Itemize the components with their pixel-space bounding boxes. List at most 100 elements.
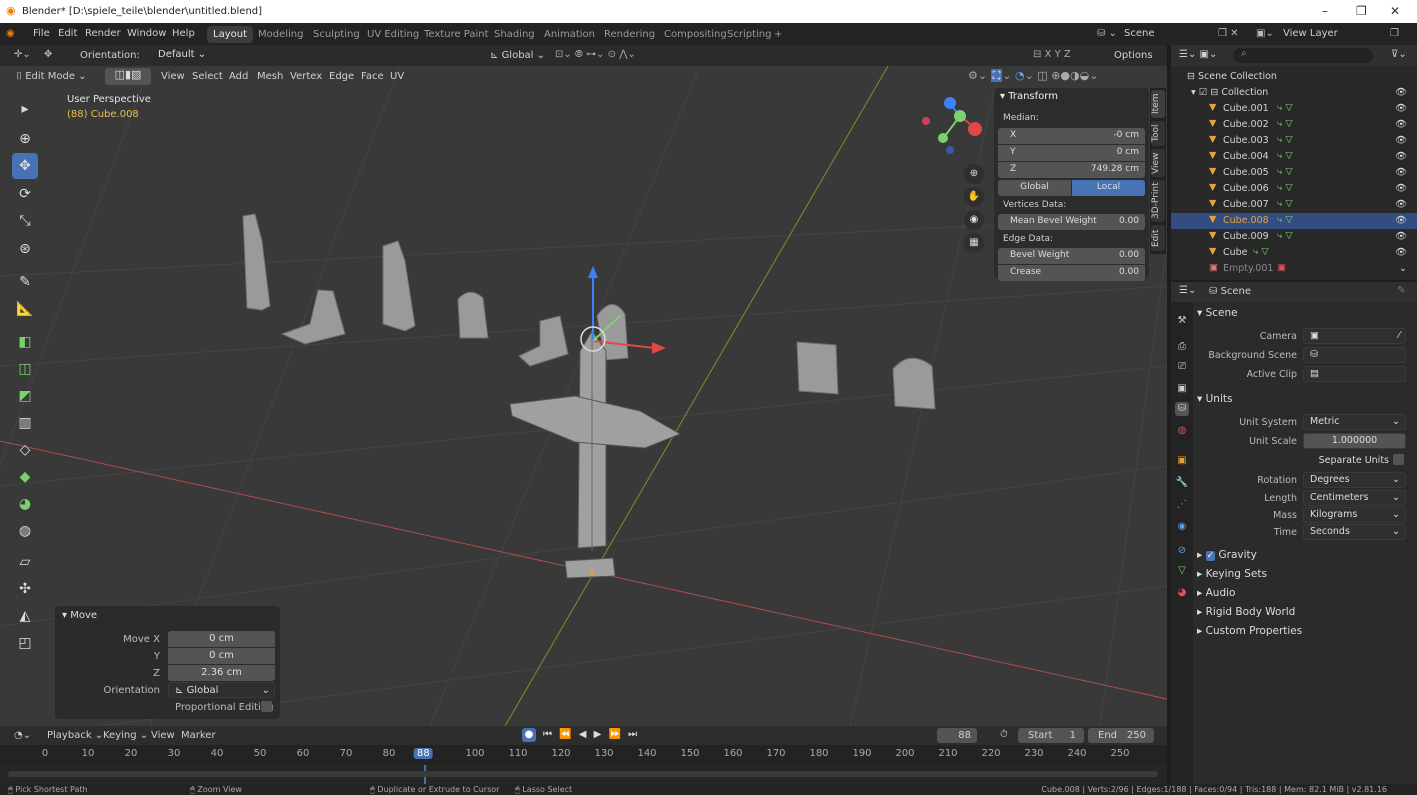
menu-select[interactable]: Select — [192, 71, 223, 82]
tab-animation[interactable]: Animation — [538, 26, 601, 43]
menu-view[interactable]: View — [161, 71, 185, 82]
menu-window[interactable]: Window — [127, 28, 166, 39]
transform-orientation-dropdown[interactable]: ⊾ Global ⌄ — [490, 50, 545, 61]
select-mode-icons[interactable]: ◫▮▧ — [105, 68, 151, 85]
end-frame-field[interactable]: End 250 — [1088, 728, 1154, 743]
new-view-layer-icon[interactable]: ❐ — [1390, 28, 1399, 39]
visibility-eye-icon[interactable]: 👁 — [1395, 199, 1407, 210]
scroll-chevron-icon[interactable]: ⌄ — [1399, 263, 1407, 274]
view-layer-selector[interactable]: View Layer — [1283, 28, 1338, 39]
outliner-item[interactable]: ▼ Cube.005 ⤷ ▽ 👁 — [1171, 165, 1417, 181]
mesh-data-icon[interactable]: ⤷ ▽ — [1277, 150, 1293, 161]
menu-add[interactable]: Add — [229, 71, 248, 82]
move-y-field[interactable]: 0 cm — [168, 648, 275, 664]
annotate-tool-icon[interactable]: ✎ — [12, 269, 38, 295]
camera-view-icon[interactable]: ◉ — [964, 210, 984, 230]
visibility-eye-icon[interactable]: 👁 — [1395, 135, 1407, 146]
rigid-body-world-section-header[interactable]: ▸ Rigid Body World — [1197, 606, 1295, 618]
mesh-data-icon[interactable]: ⤷ ▽ — [1277, 118, 1293, 129]
tab-view[interactable]: View — [1151, 149, 1165, 177]
zoom-icon[interactable]: ⊕ — [964, 164, 984, 184]
visibility-eye-icon[interactable]: 👁 — [1395, 247, 1407, 258]
move-panel-title[interactable]: ▾ Move — [62, 610, 97, 621]
mesh-data-icon[interactable]: ⤷ ▽ — [1277, 198, 1293, 209]
properties-editor-type-icon[interactable]: ☰⌄ — [1179, 285, 1196, 296]
median-y-field[interactable]: Y0 cm — [998, 145, 1145, 161]
options-dropdown[interactable]: Options — [1114, 50, 1153, 61]
keying-sets-section-header[interactable]: ▸ Keying Sets — [1197, 568, 1267, 580]
time-dropdown[interactable]: Seconds ⌄ — [1303, 524, 1406, 540]
cursor-tool-icon[interactable]: ⊕ — [12, 126, 38, 152]
menu-file[interactable]: File — [33, 28, 50, 39]
unit-scale-field[interactable]: 1.000000 — [1303, 433, 1406, 449]
outliner-item[interactable]: ▼ Cube.002 ⤷ ▽ 👁 — [1171, 117, 1417, 133]
spin-tool-icon[interactable]: ◕ — [12, 491, 38, 517]
blender-menu-icon[interactable]: ◉ — [6, 28, 15, 39]
median-z-field[interactable]: Z 749.28 cm — [998, 162, 1145, 178]
tab-tool[interactable]: Tool — [1151, 121, 1165, 146]
pin-icon[interactable]: ✎ — [1397, 285, 1405, 296]
pivot-icon[interactable]: ⊡⌄ ⦾ ⊶⌄ ⊙ ⋀⌄ — [555, 49, 636, 60]
close-button[interactable]: ✕ — [1390, 4, 1400, 18]
move-x-field[interactable]: 0 cm — [168, 631, 275, 647]
outliner-item[interactable]: ▼ Cube.001 ⤷ ▽ 👁 — [1171, 101, 1417, 117]
stopwatch-icon[interactable]: ⏱ — [1000, 729, 1008, 740]
menu-help[interactable]: Help — [172, 28, 195, 39]
outliner-item[interactable]: ▣ Empty.001 ▣ ⌄ — [1171, 261, 1417, 277]
visibility-eye-icon[interactable]: 👁 — [1395, 167, 1407, 178]
mirror-axes[interactable]: ⊟ X Y Z — [1033, 49, 1071, 60]
menu-edit[interactable]: Edit — [58, 28, 77, 39]
visibility-eye-icon[interactable]: 👁 — [1395, 151, 1407, 162]
loop-cut-tool-icon[interactable]: ▥ — [12, 410, 38, 436]
mesh-data-icon[interactable]: ⤷ ▽ — [1277, 134, 1293, 145]
shear-tool-icon[interactable]: ◭ — [12, 603, 38, 629]
ortho-grid-icon[interactable]: ▦ — [964, 233, 984, 253]
maximize-button[interactable]: ❐ — [1356, 4, 1367, 18]
material-tab-icon[interactable]: ◕ — [1175, 586, 1189, 600]
tab-rendering[interactable]: Rendering — [598, 26, 661, 43]
move-z-field[interactable]: 2.36 cm — [168, 665, 275, 681]
outliner-item[interactable]: ▼ Cube ⤷ ▽ 👁 — [1171, 245, 1417, 261]
outliner-item[interactable]: ▼ Cube.004 ⤷ ▽ 👁 — [1171, 149, 1417, 165]
menu-uv[interactable]: UV — [390, 71, 404, 82]
poly-build-tool-icon[interactable]: ◆ — [12, 464, 38, 490]
mesh-data-icon[interactable]: ⤷ ▽ — [1277, 102, 1293, 113]
menu-mesh[interactable]: Mesh — [257, 71, 283, 82]
mass-dropdown[interactable]: Kilograms ⌄ — [1303, 507, 1406, 523]
move-orientation-dropdown[interactable]: ⊾ Global ⌄ — [168, 682, 275, 698]
proportional-editing-checkbox[interactable] — [261, 701, 272, 712]
tab-modeling[interactable]: Modeling — [252, 26, 310, 43]
outliner-search-input[interactable]: ⌕ — [1233, 48, 1373, 63]
global-toggle[interactable]: Global — [998, 180, 1071, 196]
transform-icon[interactable]: ✥ — [44, 49, 52, 60]
outliner-item[interactable]: ▼ Cube.006 ⤷ ▽ 👁 — [1171, 181, 1417, 197]
start-frame-field[interactable]: Start 1 — [1018, 728, 1084, 743]
visibility-eye-icon[interactable]: 👁 — [1395, 231, 1407, 242]
knife-tool-icon[interactable]: ◇ — [12, 437, 38, 463]
tool-tab-icon[interactable]: ⚒ — [1175, 314, 1189, 328]
crease-field[interactable]: Crease 0.00 — [998, 265, 1145, 281]
mesh-data-icon[interactable]: ⤷ ▽ — [1277, 166, 1293, 177]
visibility-eye-icon[interactable]: 👁 — [1395, 183, 1407, 194]
filter-icon[interactable]: ⊽⌄ — [1391, 49, 1407, 60]
visibility-eye-icon[interactable]: 👁 — [1395, 215, 1407, 226]
tab-uv-editing[interactable]: UV Editing — [361, 26, 425, 43]
bevel-tool-icon[interactable]: ◩ — [12, 383, 38, 409]
tab-edit[interactable]: Edit — [1151, 225, 1165, 251]
audio-section-header[interactable]: ▸ Audio — [1197, 587, 1235, 599]
physics-tab-icon[interactable]: ◉ — [1175, 520, 1189, 534]
particles-tab-icon[interactable]: ⋰ — [1175, 498, 1189, 512]
current-frame-field[interactable]: 88 — [937, 728, 977, 743]
mode-dropdown[interactable]: ⌷ Edit Mode ⌄ — [16, 71, 87, 82]
scene-selector[interactable]: Scene — [1124, 28, 1155, 39]
visibility-eye-icon[interactable]: 👁 — [1395, 103, 1407, 114]
menu-face[interactable]: Face — [361, 71, 384, 82]
auto-keying-button[interactable]: ● — [522, 728, 536, 742]
minimize-button[interactable]: – — [1322, 4, 1328, 18]
scene-collection-row[interactable]: ⊟ Scene Collection — [1171, 69, 1417, 85]
render-tab-icon[interactable]: ⎙ — [1175, 340, 1189, 354]
menu-render[interactable]: Render — [85, 28, 121, 39]
scale-tool-icon[interactable]: ⤡ — [12, 208, 38, 234]
rotation-dropdown[interactable]: Degrees ⌄ — [1303, 472, 1406, 488]
tab-item[interactable]: Item — [1151, 90, 1165, 118]
